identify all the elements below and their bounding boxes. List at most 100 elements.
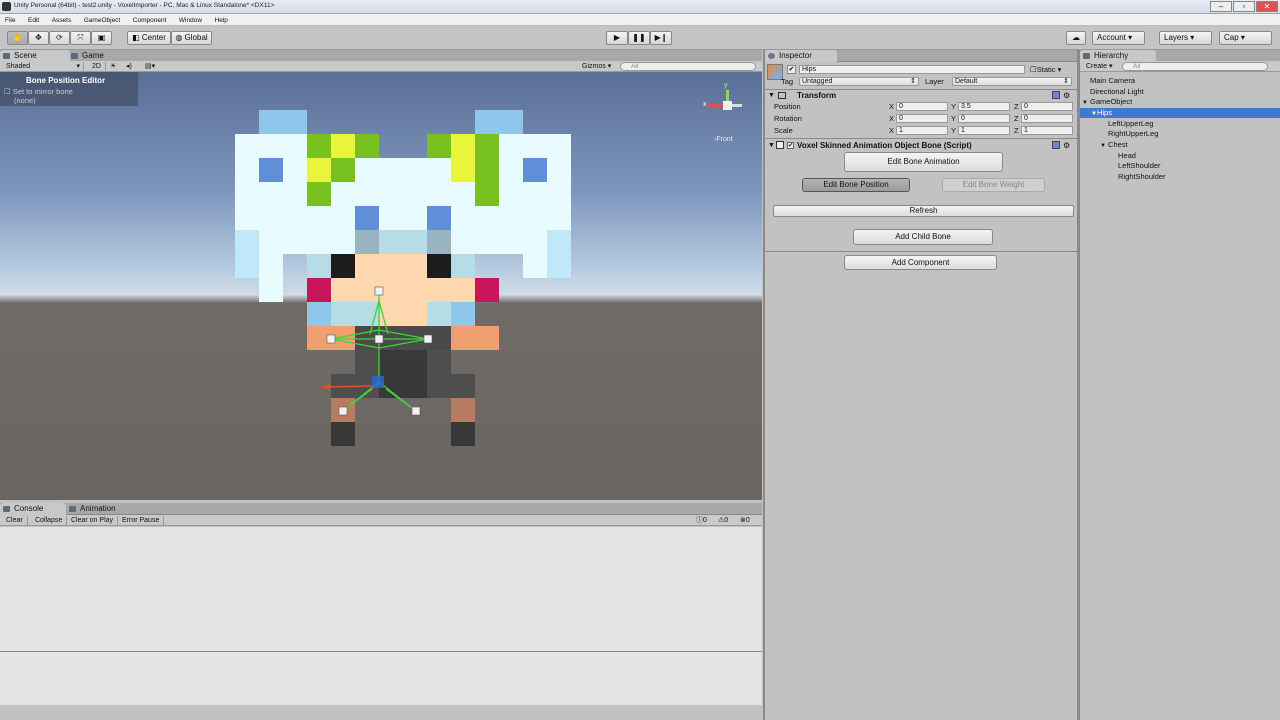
edit-bone-weight-button[interactable]: Edit Bone Weight bbox=[942, 178, 1045, 192]
hand-tool-button[interactable]: ✋ bbox=[7, 31, 28, 45]
list-item-rightupperleg[interactable]: RightUpperLeg bbox=[1108, 129, 1158, 139]
layer-dropdown[interactable]: Default ⇕ bbox=[952, 77, 1072, 86]
transform-icon bbox=[778, 92, 786, 99]
tab-inspector[interactable]: Inspector bbox=[765, 50, 837, 62]
list-item-hips[interactable]: ▼Hips bbox=[1080, 108, 1280, 118]
2d-toggle[interactable]: 2D bbox=[88, 62, 106, 71]
position-z-input[interactable]: 0 bbox=[1021, 102, 1073, 111]
step-button[interactable]: ▶❙ bbox=[650, 31, 672, 45]
gear-icon[interactable]: ⚙ bbox=[1063, 90, 1070, 101]
move-tool-button[interactable]: ✥ bbox=[28, 31, 49, 45]
add-component-button[interactable]: Add Component bbox=[844, 255, 997, 270]
center-label: Center bbox=[141, 33, 166, 42]
list-item-directional-light[interactable]: Directional Light bbox=[1090, 87, 1144, 97]
gizmos-dropdown[interactable]: Gizmos ▾ bbox=[582, 62, 616, 71]
effects-toggle[interactable]: ▤▾ bbox=[145, 62, 165, 71]
component-enabled-checkbox[interactable]: ✔ bbox=[787, 142, 794, 149]
play-button[interactable]: ▶ bbox=[606, 31, 628, 45]
pivot-center-button[interactable]: ◧ Center bbox=[127, 31, 171, 45]
help-book-icon[interactable] bbox=[1052, 141, 1060, 149]
rect-tool-button[interactable]: ▣ bbox=[91, 31, 112, 45]
edit-bone-position-button[interactable]: Edit Bone Position bbox=[802, 178, 910, 192]
layer-value: Default bbox=[955, 78, 978, 85]
info-filter-toggle[interactable]: ⓘ0 bbox=[696, 516, 707, 525]
scene-view[interactable]: Bone Position Editor ☐ Set to mirror bon… bbox=[0, 72, 762, 500]
menu-window[interactable]: Window bbox=[174, 15, 207, 24]
collab-cloud-button[interactable]: ☁ bbox=[1066, 31, 1086, 45]
panel-splitter[interactable] bbox=[763, 50, 765, 720]
script-component-header[interactable]: ▼ ✔ Voxel Skinned Animation Object Bone … bbox=[765, 140, 1077, 151]
scale-x-input[interactable]: 1 bbox=[896, 126, 948, 135]
rotation-z-input[interactable]: 0 bbox=[1021, 114, 1073, 123]
divider bbox=[765, 138, 1077, 139]
scale-y-input[interactable]: 1 bbox=[958, 126, 1010, 135]
scale-tool-button[interactable]: ⤧ bbox=[70, 31, 91, 45]
scene-icon bbox=[3, 53, 10, 59]
rotation-x-input[interactable]: 0 bbox=[896, 114, 948, 123]
console-log-area[interactable] bbox=[0, 527, 762, 720]
add-child-bone-button[interactable]: Add Child Bone bbox=[853, 229, 993, 245]
menu-component[interactable]: Component bbox=[128, 15, 172, 24]
collapse-toggle[interactable]: Collapse bbox=[35, 516, 68, 525]
bone-gizmo[interactable] bbox=[0, 72, 762, 500]
scale-z-input[interactable]: 1 bbox=[1021, 126, 1073, 135]
pivot-global-button[interactable]: ◍ Global bbox=[171, 31, 212, 45]
rotate-tool-button[interactable]: ⟳ bbox=[49, 31, 70, 45]
tab-animation[interactable]: Animation bbox=[66, 503, 136, 515]
menu-help[interactable]: Help bbox=[210, 15, 233, 24]
tab-console[interactable]: Console bbox=[0, 503, 66, 515]
minimize-button[interactable]: – bbox=[1210, 1, 1232, 12]
list-item-gameobject[interactable]: ▼ GameObject bbox=[1082, 97, 1132, 107]
scene-search-placeholder: All bbox=[631, 63, 639, 70]
clear-button[interactable]: Clear bbox=[6, 516, 28, 525]
clear-on-play-toggle[interactable]: Clear on Play bbox=[71, 516, 119, 525]
list-item-chest[interactable]: ▼ Chest bbox=[1100, 140, 1128, 150]
panel-splitter[interactable] bbox=[1077, 50, 1080, 720]
hierarchy-search-input[interactable]: All bbox=[1122, 62, 1268, 71]
transform-header[interactable]: ▼ Transform ⚙ bbox=[765, 90, 1077, 101]
list-item-rightshoulder[interactable]: RightShoulder bbox=[1118, 172, 1166, 182]
list-item-head[interactable]: Head bbox=[1118, 151, 1136, 161]
error-pause-toggle[interactable]: Error Pause bbox=[122, 516, 165, 525]
static-toggle[interactable]: ☐Static ▾ bbox=[1030, 65, 1061, 74]
create-label: Create bbox=[1086, 63, 1108, 70]
account-dropdown[interactable]: Account ▾ bbox=[1092, 31, 1145, 45]
menu-edit[interactable]: Edit bbox=[23, 15, 44, 24]
layers-dropdown[interactable]: Layers ▾ bbox=[1159, 31, 1212, 45]
axis-y-label: Y bbox=[951, 102, 957, 111]
layout-dropdown[interactable]: Cap ▾ bbox=[1219, 31, 1272, 45]
shading-dropdown[interactable]: Shaded ▾ bbox=[6, 62, 84, 71]
animation-icon bbox=[69, 506, 76, 512]
console-detail-splitter[interactable] bbox=[0, 651, 762, 652]
cloud-icon: ☁ bbox=[1072, 33, 1080, 42]
gear-icon[interactable]: ⚙ bbox=[1063, 140, 1070, 151]
light-toggle[interactable]: ☀ bbox=[110, 62, 122, 71]
position-x-input[interactable]: 0 bbox=[896, 102, 948, 111]
console-toolbar: Clear Collapse Clear on Play Error Pause… bbox=[0, 515, 762, 526]
position-y-input[interactable]: 3.5 bbox=[958, 102, 1010, 111]
create-dropdown[interactable]: Create ▾ bbox=[1086, 62, 1118, 71]
menu-gameobject[interactable]: GameObject bbox=[79, 15, 126, 24]
list-item-leftupperleg[interactable]: LeftUpperLeg bbox=[1108, 119, 1153, 129]
help-book-icon[interactable] bbox=[1052, 91, 1060, 99]
error-filter-toggle[interactable]: ⊗0 bbox=[740, 516, 750, 525]
close-button[interactable]: ✕ bbox=[1256, 1, 1278, 12]
rotation-y-input[interactable]: 0 bbox=[958, 114, 1010, 123]
list-item-leftshoulder[interactable]: LeftShoulder bbox=[1118, 161, 1161, 171]
scene-search-input[interactable]: All bbox=[620, 62, 756, 71]
menu-assets[interactable]: Assets bbox=[47, 15, 77, 24]
active-checkbox[interactable]: ✔ bbox=[787, 65, 796, 74]
pause-button[interactable]: ❚❚ bbox=[628, 31, 650, 45]
maximize-button[interactable]: ▫ bbox=[1233, 1, 1255, 12]
static-label: Static bbox=[1036, 65, 1056, 74]
edit-bone-animation-button[interactable]: Edit Bone Animation bbox=[844, 152, 1003, 172]
gameobject-name-input[interactable]: Hips bbox=[799, 65, 1025, 74]
tab-hierarchy-label: Hierarchy bbox=[1094, 51, 1129, 60]
warning-filter-toggle[interactable]: ⚠0 bbox=[718, 516, 728, 525]
refresh-button[interactable]: Refresh bbox=[773, 205, 1074, 217]
rotate-icon: ⟳ bbox=[56, 33, 63, 42]
tag-dropdown[interactable]: Untagged ⇕ bbox=[799, 77, 919, 86]
menu-file[interactable]: File bbox=[0, 15, 20, 24]
audio-toggle[interactable]: ◂) bbox=[126, 62, 138, 71]
list-item-main-camera[interactable]: Main Camera bbox=[1090, 76, 1135, 86]
